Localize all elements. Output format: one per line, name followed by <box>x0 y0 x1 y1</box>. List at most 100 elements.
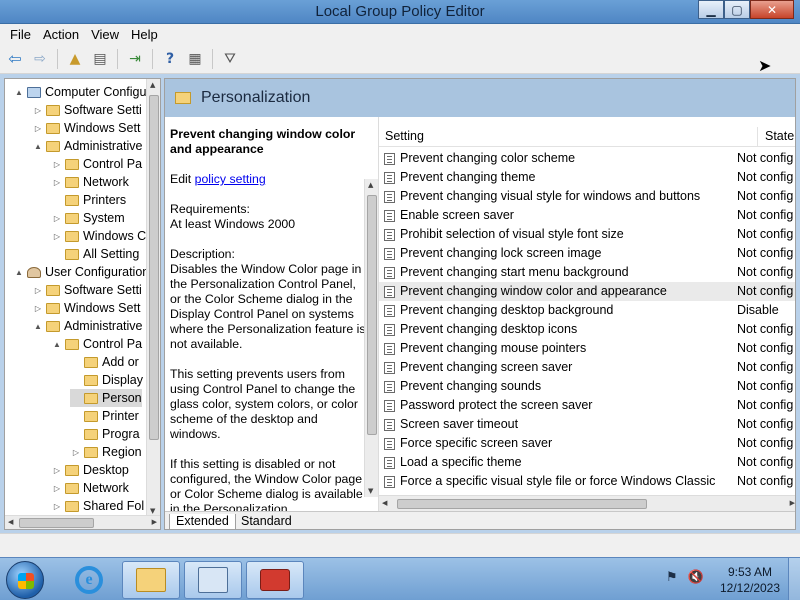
volume-muted-icon[interactable]: 🔇 <box>688 570 704 585</box>
expander-icon[interactable]: ▷ <box>51 502 63 511</box>
list-item[interactable]: Prevent changing lock screen image Not co… <box>379 244 795 263</box>
tree-horizontal-scrollbar[interactable]: ◀ ▶ <box>5 515 160 529</box>
list-item[interactable]: Screen saver timeout Not config <box>379 415 795 434</box>
tree-item[interactable]: ▲ Administrative <box>32 137 142 155</box>
expander-icon[interactable]: ▲ <box>32 142 44 151</box>
list-item[interactable]: Password protect the screen saver Not con… <box>379 396 795 415</box>
scroll-right-icon[interactable]: ▶ <box>152 518 157 526</box>
tree-item[interactable]: Printers <box>51 191 126 209</box>
network-icon[interactable]: ⚑ <box>666 570 678 585</box>
scroll-up-icon[interactable]: ▲ <box>368 181 373 189</box>
tree-item[interactable]: All Setting <box>51 245 139 263</box>
list-item[interactable]: Prevent changing sounds Not config <box>379 377 795 396</box>
tree-item[interactable]: ▷ Region <box>70 443 142 461</box>
scroll-thumb[interactable] <box>149 95 159 440</box>
scroll-thumb[interactable] <box>19 518 94 528</box>
list-item[interactable]: Force a specific visual style file or fo… <box>379 472 795 491</box>
list-item[interactable]: Prevent changing theme Not config <box>379 168 795 187</box>
export-list-icon[interactable]: ⇥ <box>124 48 146 70</box>
tree-item[interactable]: ▷ Shared Fol <box>51 497 144 515</box>
list-item[interactable]: Prevent changing start menu background No… <box>379 263 795 282</box>
tree-item[interactable]: ▷ Software Setti <box>32 101 142 119</box>
scroll-thumb[interactable] <box>367 195 377 435</box>
expander-icon[interactable]: ▷ <box>51 484 63 493</box>
tree-item[interactable]: Printer <box>70 407 139 425</box>
tab-standard[interactable]: Standard <box>235 514 298 528</box>
menu-help[interactable]: Help <box>125 27 164 42</box>
tree-item[interactable]: ▲ Administrative <box>32 317 142 335</box>
properties-icon[interactable]: ▦ <box>184 48 206 70</box>
tree-item[interactable]: ▷ Network <box>51 173 129 191</box>
expander-icon[interactable]: ▷ <box>51 214 63 223</box>
tree-item[interactable]: ▷ Windows C <box>51 227 146 245</box>
show-desktop-button[interactable] <box>788 558 800 600</box>
scroll-up-icon[interactable]: ▲ <box>150 81 155 89</box>
menu-view[interactable]: View <box>85 27 125 42</box>
tree-item[interactable]: ▷ Windows Sett <box>32 119 141 137</box>
expander-icon[interactable]: ▷ <box>51 232 63 241</box>
column-state[interactable]: State <box>765 129 794 143</box>
tree-vertical-scrollbar[interactable]: ▲ ▼ <box>146 79 160 517</box>
list-item[interactable]: Prevent changing mouse pointers Not confi… <box>379 339 795 358</box>
tree-item[interactable]: ▷ Windows Sett <box>32 299 141 317</box>
scroll-thumb[interactable] <box>397 499 647 509</box>
expander-icon[interactable]: ▲ <box>13 88 25 97</box>
policy-setting-link[interactable]: policy setting <box>195 172 266 186</box>
list-item[interactable]: Prevent changing color scheme Not config <box>379 149 795 168</box>
show-hide-tree-icon[interactable]: ▤ <box>89 48 111 70</box>
list-item[interactable]: Force specific screen saver Not config <box>379 434 795 453</box>
back-arrow-icon[interactable]: ⇦ <box>4 48 26 70</box>
menu-action[interactable]: Action <box>37 27 85 42</box>
group-policy-editor-button[interactable] <box>246 561 304 599</box>
list-item[interactable]: Enable screen saver Not config <box>379 206 795 225</box>
tree-item[interactable]: Progra <box>70 425 140 443</box>
expander-icon[interactable]: ▷ <box>32 124 44 133</box>
expander-icon[interactable]: ▷ <box>32 286 44 295</box>
expander-icon[interactable]: ▷ <box>51 466 63 475</box>
scroll-down-icon[interactable]: ▼ <box>150 507 155 515</box>
tree-item[interactable]: ▷ Network <box>51 479 129 497</box>
tree-item[interactable]: ▲ User Configuration <box>13 263 149 281</box>
clock[interactable]: 9:53 AM 12/12/2023 <box>718 564 782 596</box>
scroll-right-icon[interactable]: ▶ <box>790 499 795 507</box>
up-folder-icon[interactable]: ▲ <box>64 48 86 70</box>
list-item[interactable]: Prevent changing desktop icons Not config <box>379 320 795 339</box>
scroll-left-icon[interactable]: ◀ <box>8 518 13 526</box>
tab-extended[interactable]: Extended <box>169 514 236 529</box>
tree-item[interactable]: Display <box>70 371 143 389</box>
expander-icon[interactable]: ▷ <box>32 304 44 313</box>
control-panel-button[interactable] <box>184 561 242 599</box>
close-button[interactable]: ✕ <box>750 0 794 19</box>
scroll-left-icon[interactable]: ◀ <box>382 499 387 507</box>
file-explorer-button[interactable] <box>122 561 180 599</box>
list-item[interactable]: Prevent changing visual style for window… <box>379 187 795 206</box>
tree-item[interactable]: ▷ Software Setti <box>32 281 142 299</box>
forward-arrow-icon[interactable]: ⇨ <box>29 48 51 70</box>
list-item[interactable]: Prohibit selection of visual style font … <box>379 225 795 244</box>
list-item[interactable]: Load a specific theme Not config <box>379 453 795 472</box>
expander-icon[interactable]: ▷ <box>51 160 63 169</box>
expander-icon[interactable]: ▷ <box>70 448 82 457</box>
list-item[interactable]: Prevent changing screen saver Not config <box>379 358 795 377</box>
expander-icon[interactable]: ▲ <box>13 268 25 277</box>
column-setting[interactable]: Setting <box>385 129 424 143</box>
tree-item[interactable]: Person <box>70 389 142 407</box>
help-icon[interactable]: ? <box>159 48 181 70</box>
list-item[interactable]: Prevent changing desktop background Disab… <box>379 301 795 320</box>
column-divider[interactable] <box>757 127 758 147</box>
tree-item[interactable]: ▷ System <box>51 209 125 227</box>
tree-item[interactable]: ▷ Desktop <box>51 461 129 479</box>
description-scrollbar[interactable]: ▲ ▼ <box>364 179 378 497</box>
expander-icon[interactable]: ▷ <box>32 106 44 115</box>
list-horizontal-scrollbar[interactable]: ◀ ▶ <box>379 495 795 511</box>
expander-icon[interactable]: ▲ <box>51 340 63 349</box>
internet-explorer-button[interactable]: e <box>60 561 118 599</box>
maximize-button[interactable]: ▢ <box>724 0 750 19</box>
tree-item[interactable]: ▲ Computer Configu <box>13 83 146 101</box>
minimize-button[interactable]: ▁ <box>698 0 724 19</box>
list-item[interactable]: Prevent changing window color and appear… <box>379 282 795 301</box>
expander-icon[interactable]: ▷ <box>51 178 63 187</box>
tree-item[interactable]: Add or <box>70 353 139 371</box>
filter-icon[interactable]: ⛛ <box>219 48 241 70</box>
start-button[interactable] <box>6 561 44 599</box>
